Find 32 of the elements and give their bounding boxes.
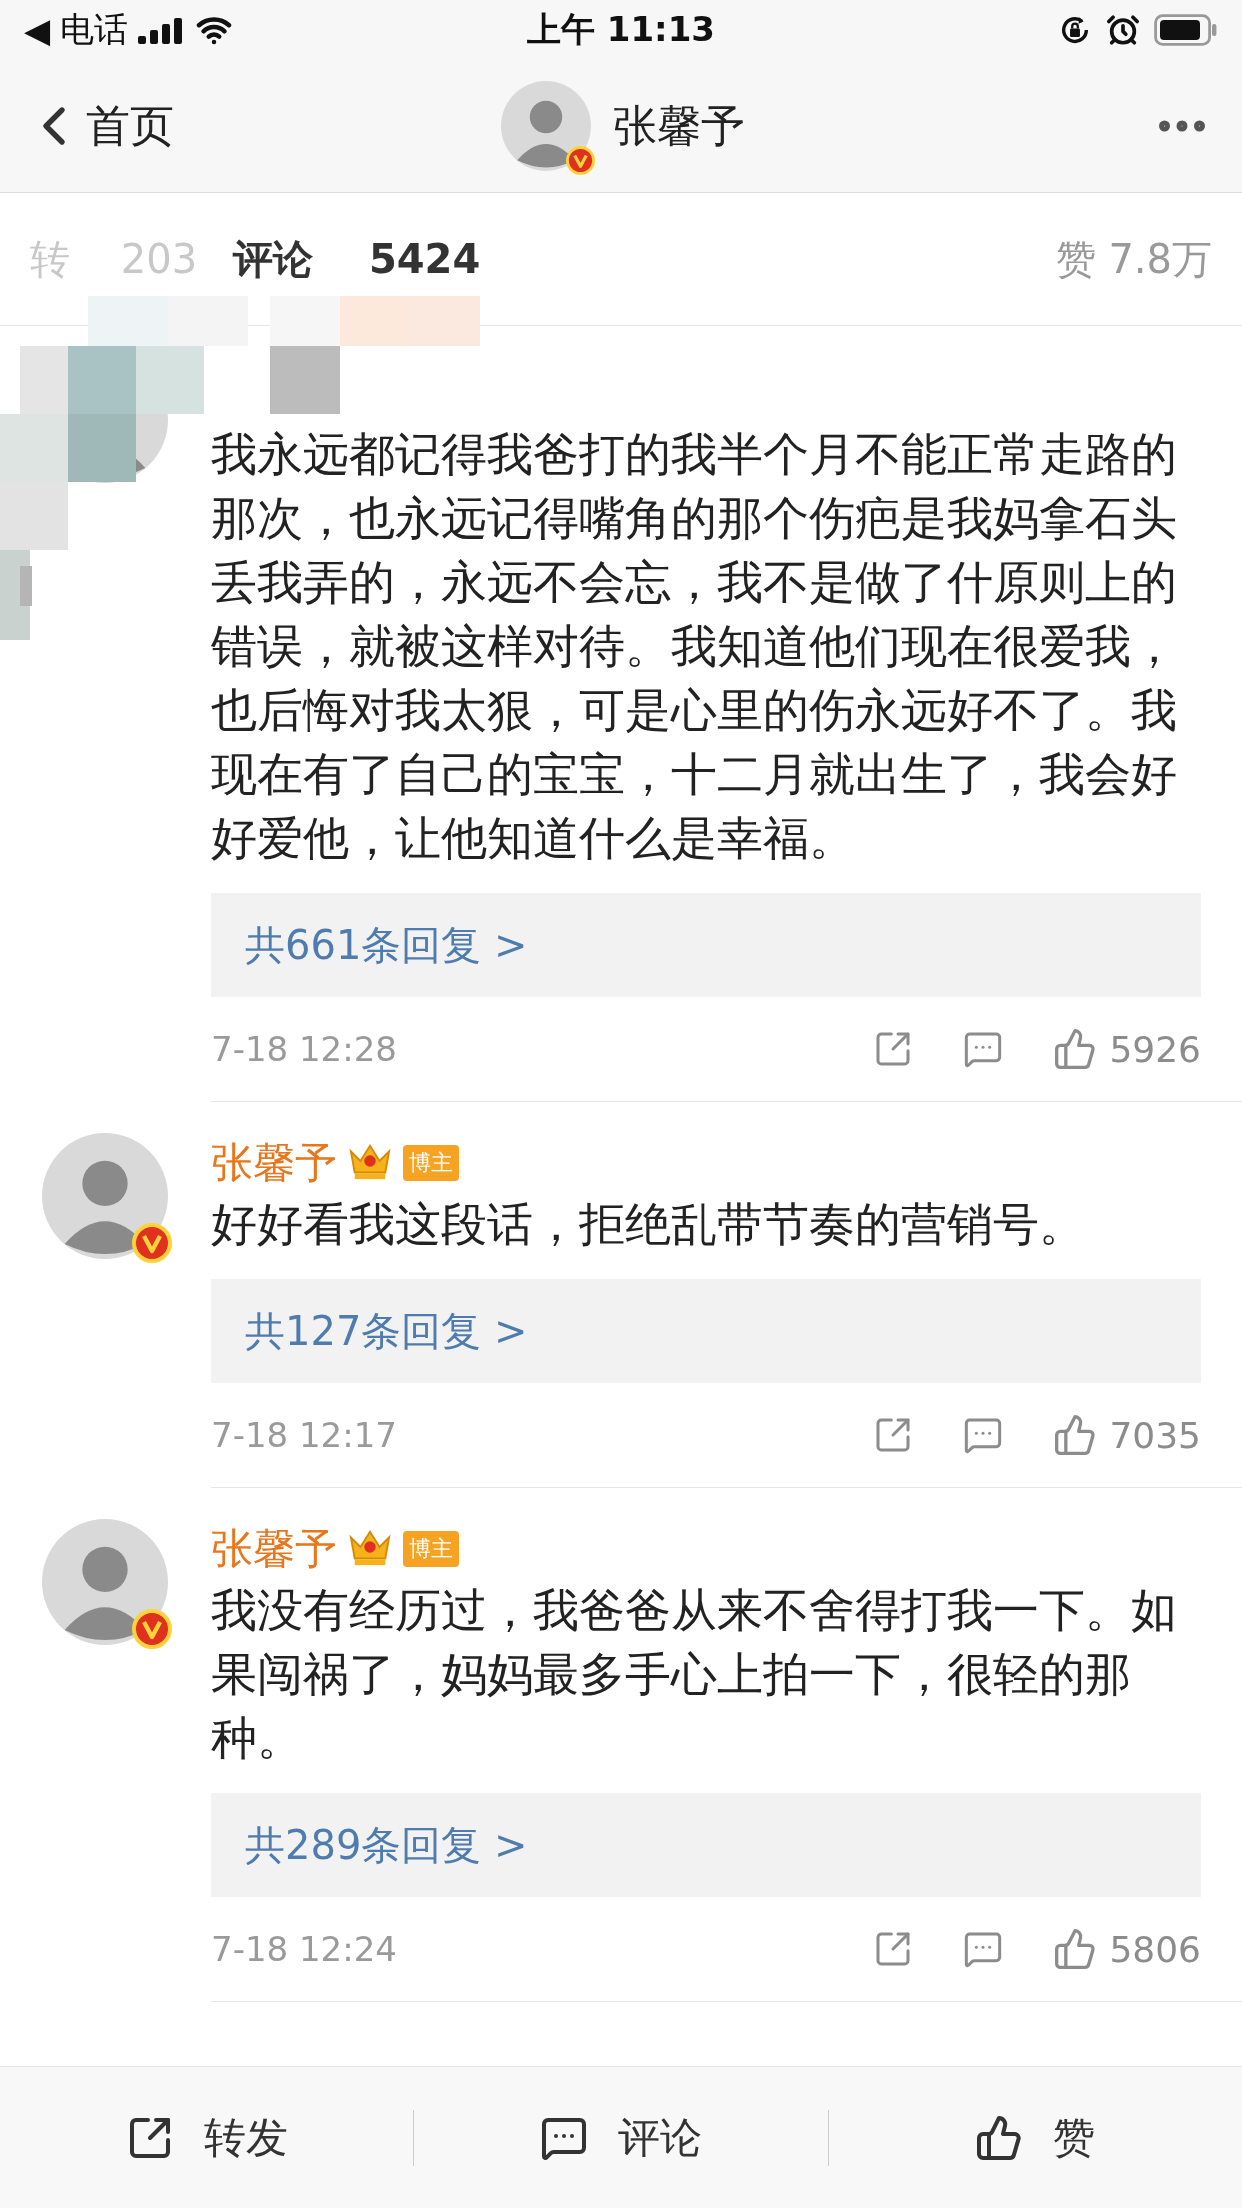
comment-time: 7-18 12:24 — [211, 1929, 398, 1969]
status-time: 上午 11:13 — [526, 8, 716, 51]
alarm-icon — [1106, 13, 1140, 47]
likes-count[interactable]: 赞 7.8万 — [1055, 231, 1212, 287]
carrier-label: 电话 — [60, 8, 129, 51]
thumbs-up-icon — [1053, 1927, 1098, 1971]
replies-link[interactable]: 共661条回复 > — [211, 893, 1201, 997]
comment-time: 7-18 12:17 — [211, 1415, 398, 1455]
like-button[interactable]: 7035 — [1053, 1413, 1201, 1457]
back-button[interactable]: 首页 — [22, 94, 174, 158]
comment-text: 我永远都记得我爸打的我半个月不能正常走路的那次，也永远记得嘴角的那个伤疤是我妈拿石头丢我弄的，永远不会忘，我不是做了什原则上的错误，就被这样对待。我知道他们现在很爱我，也后悔对我太狠，可是心里的伤永远好不了。我现在有了自己的宝宝，十二月就出生了，我会好好爱他，让他知道什么是幸福。 — [211, 427, 1178, 867]
blogger-tag: 博主 — [403, 1531, 459, 1567]
thumbs-up-icon — [1053, 1413, 1098, 1457]
author-name[interactable]: 张馨予 — [211, 1135, 337, 1191]
thumbs-up-icon — [975, 2113, 1024, 2162]
like-button[interactable]: 5806 — [1053, 1927, 1201, 1971]
comment-text: 我没有经历过，我爸爸从来不舍得打我一下。如果闯祸了，妈妈最多手心上拍一下，很轻的那种。 — [211, 1583, 1178, 1767]
comment-text: 好好看我这段话，拒绝乱带节奏的营销号。 — [211, 1197, 1086, 1253]
replies-link[interactable]: 共127条回复 > — [211, 1279, 1201, 1383]
author-name[interactable]: 张馨予 — [211, 1521, 337, 1577]
comment-time: 7-18 12:28 — [211, 1029, 398, 1069]
replies-link[interactable]: 共289条回复 > — [211, 1793, 1201, 1897]
thumbs-up-icon — [1053, 1027, 1098, 1071]
blogger-tag: 博主 — [403, 1145, 459, 1181]
like-button[interactable]: 5926 — [1053, 1027, 1201, 1071]
like-button[interactable]: 赞 — [828, 2108, 1242, 2167]
nav-title: 张馨予 — [613, 98, 745, 153]
battery-icon — [1154, 14, 1218, 46]
comment-button[interactable]: 评论 — [414, 2108, 828, 2167]
back-app-link[interactable]: ◀ — [24, 10, 51, 50]
tab[interactable]: 评论 5424 — [233, 231, 481, 287]
repost-button[interactable]: 转发 — [0, 2108, 414, 2167]
